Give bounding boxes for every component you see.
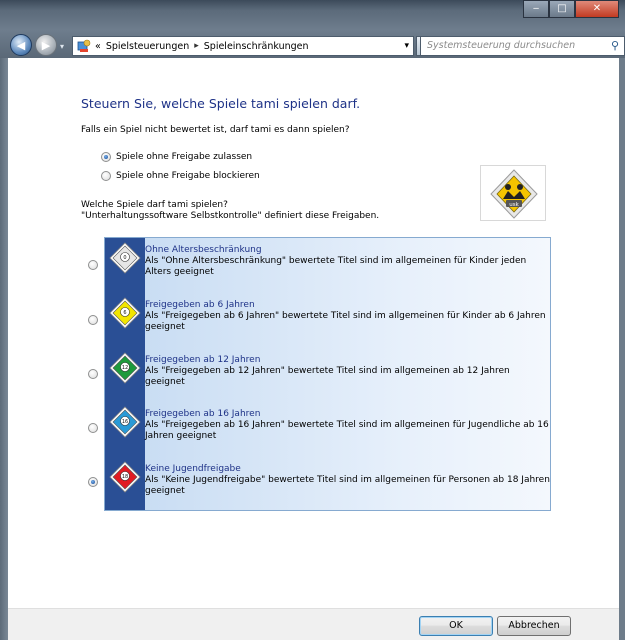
rating-description: Als "Keine Jugendfreigabe" bewertete Tit…: [145, 475, 550, 496]
back-arrow-icon: ◀: [16, 39, 26, 52]
rating-radio-button[interactable]: [88, 369, 98, 379]
rating-list-item[interactable]: 16 Freigegeben ab 16 Jahren Als "Freigegeb…: [105, 402, 552, 456]
usk-rating-badge-icon: 12: [109, 352, 141, 384]
badge-age-text: 18: [122, 474, 128, 480]
window-frame-left: [0, 58, 8, 640]
back-button[interactable]: ◀: [10, 34, 32, 56]
page-title: Steuern Sie, welche Spiele tami spielen …: [81, 96, 361, 111]
usk-rating-badge-icon: 16: [109, 406, 141, 438]
rating-description: Als "Freigegeben ab 12 Jahren" bewertete…: [145, 366, 510, 387]
rating-list: 0 Ohne Altersbeschränkung Als "Ohne Alters…: [104, 237, 551, 511]
rating-question-line2: "Unterhaltungssoftware Selbstkontrolle" …: [81, 211, 380, 221]
radio-label[interactable]: Spiele ohne Freigabe zulassen: [116, 152, 252, 162]
rating-title: Keine Jugendfreigabe: [145, 464, 241, 474]
forward-button[interactable]: ▶: [35, 34, 57, 56]
rating-radio-button[interactable]: [88, 315, 98, 325]
badge-age-text: 12: [122, 365, 128, 371]
rating-list-item[interactable]: 12 Freigegeben ab 12 Jahren Als "Freigegeb…: [105, 348, 552, 402]
radio-button[interactable]: [101, 171, 111, 181]
usk-logo-text: usk: [509, 202, 519, 208]
rating-radio-button[interactable]: [88, 260, 98, 270]
ok-button[interactable]: OK: [419, 616, 493, 636]
maximize-button[interactable]: □: [549, 0, 575, 18]
badge-age-text: 0: [123, 255, 126, 261]
rating-title: Freigegeben ab 6 Jahren: [145, 300, 255, 310]
rating-list-item[interactable]: 0 Ohne Altersbeschränkung Als "Ohne Alters…: [105, 238, 552, 292]
usk-rating-badge-icon: 18: [109, 461, 141, 493]
rating-title: Ohne Altersbeschränkung: [145, 245, 262, 255]
radio-label[interactable]: Spiele ohne Freigabe blockieren: [116, 171, 260, 181]
address-dropdown-icon[interactable]: ▾: [404, 37, 409, 55]
window-frame-right: [619, 58, 625, 640]
rating-description: Als "Freigegeben ab 16 Jahren" bewertete…: [145, 420, 549, 441]
navigation-bar: ◀ ▶ ▾ « Spielsteuerungen ▸ Spieleinschrä…: [0, 32, 625, 58]
rating-radio-button[interactable]: [88, 423, 98, 433]
unrated-question: Falls ein Spiel nicht bewertet ist, darf…: [81, 125, 350, 135]
usk-logo: usk: [480, 165, 546, 221]
search-placeholder: Systemsteuerung durchsuchen: [427, 40, 576, 51]
search-input[interactable]: Systemsteuerung durchsuchen ⚲: [420, 36, 625, 56]
badge-age-text: 6: [123, 310, 126, 316]
rating-title: Freigegeben ab 16 Jahren: [145, 409, 261, 419]
radio-block-unrated[interactable]: Spiele ohne Freigabe blockieren: [101, 171, 260, 181]
breadcrumb-separator-icon[interactable]: ▸: [194, 41, 199, 51]
rating-question: Welche Spiele darf tami spielen? "Unterh…: [81, 200, 379, 222]
search-icon[interactable]: ⚲: [611, 37, 619, 55]
breadcrumb-prefix: «: [95, 40, 101, 52]
forward-arrow-icon: ▶: [41, 39, 51, 52]
history-dropdown-icon[interactable]: ▾: [60, 42, 64, 51]
dialog-button-bar: OK Abbrechen: [8, 608, 619, 640]
rating-radio-button[interactable]: [88, 477, 98, 487]
radio-allow-unrated[interactable]: Spiele ohne Freigabe zulassen: [101, 152, 252, 162]
breadcrumb-spieleinschraenkungen[interactable]: Spieleinschränkungen: [204, 41, 309, 52]
usk-rating-badge-icon: 6: [109, 297, 141, 329]
rating-list-item[interactable]: 6 Freigegeben ab 6 Jahren Als "Freigegeben…: [105, 293, 552, 347]
rating-description: Als "Ohne Altersbeschränkung" bewertete …: [145, 256, 527, 277]
rating-list-item[interactable]: 18 Keine Jugendfreigabe Als "Keine Jugendf…: [105, 457, 552, 511]
cancel-button[interactable]: Abbrechen: [497, 616, 571, 636]
usk-rating-badge-icon: 0: [109, 242, 141, 274]
rating-question-line1: Welche Spiele darf tami spielen?: [81, 200, 228, 210]
window-titlebar[interactable]: ‒ □ ✕ ◀ ▶ ▾ « Spielsteuerungen ▸ Spielei…: [0, 0, 625, 58]
address-bar[interactable]: « Spielsteuerungen ▸ Spieleinschränkunge…: [72, 36, 414, 56]
close-button[interactable]: ✕: [575, 0, 619, 18]
minimize-button[interactable]: ‒: [523, 0, 549, 18]
rating-title: Freigegeben ab 12 Jahren: [145, 355, 261, 365]
radio-button-selected[interactable]: [101, 152, 111, 162]
badge-age-text: 16: [122, 419, 128, 425]
window-controls: ‒ □ ✕: [523, 0, 619, 18]
control-panel-icon: [77, 39, 91, 53]
rating-description: Als "Freigegeben ab 6 Jahren" bewertete …: [145, 311, 546, 332]
breadcrumb-spielsteuerungen[interactable]: Spielsteuerungen: [106, 41, 189, 52]
